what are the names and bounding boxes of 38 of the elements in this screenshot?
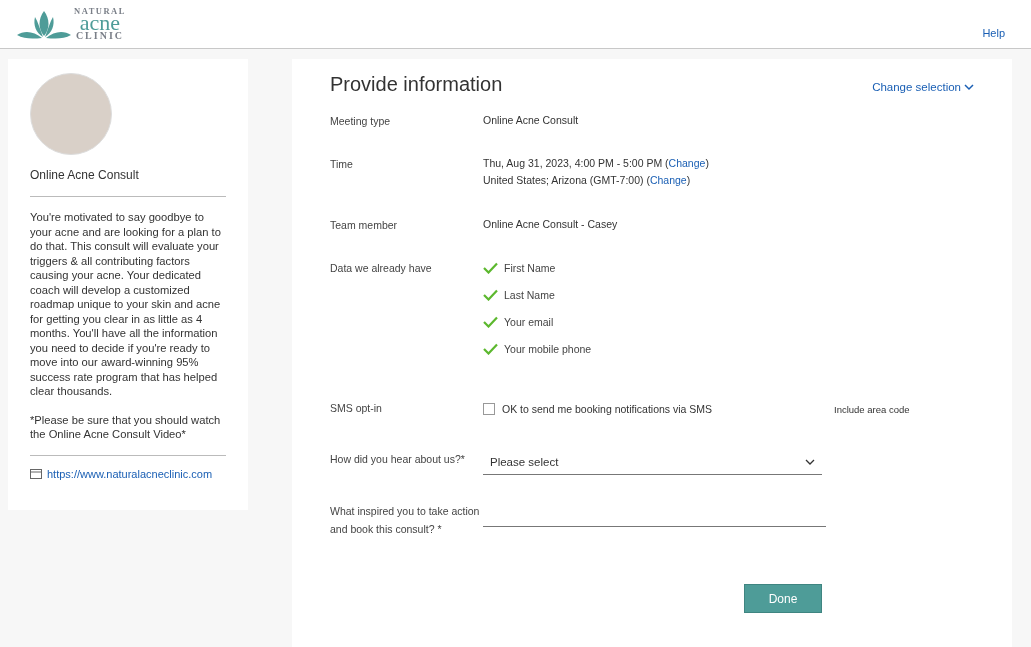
check-icon: [483, 289, 498, 301]
field-value: Online Acne Consult - Casey: [483, 217, 618, 232]
help-link[interactable]: Help: [982, 27, 1005, 39]
lotus-logo-icon: [16, 9, 72, 39]
change-link[interactable]: Change: [668, 157, 706, 169]
checkbox[interactable]: [483, 403, 495, 415]
select-field[interactable]: Please select: [483, 450, 822, 475]
service-note: *Please be sure that you should watch the Online Acne Consult Video*: [30, 412, 222, 442]
logo-text: NATURAL: [74, 6, 126, 16]
check-icon: [483, 316, 498, 328]
chevron-down-icon: [805, 458, 815, 466]
service-title: Online Acne Consult: [30, 168, 140, 182]
data-item: Your email: [504, 315, 554, 330]
field-label: How did you hear about us?*: [330, 452, 466, 467]
page-title: Provide information: [330, 73, 503, 96]
logo-text: acne: [79, 15, 121, 32]
data-item: Last Name: [504, 288, 555, 303]
time-value: Thu, Aug 31, 2023, 4:00 PM - 5:00 PM (Change): [483, 156, 709, 171]
field-label: Team member: [330, 218, 399, 233]
service-description: You're motivated to say goodbye to your acne and are looking for a plan to do that. This consult will evaluate your triggers & all contributing factors causing your acne. Your dedicated coach will develop a customized roadmap unique to your skin and acne for getting you clear in as little as 4 months. You'll have all the information you need to decide if you're ready to move into our award-winning 95% success rate program that has helped clear thousands.: [30, 210, 222, 399]
field-label: What inspired you to take action and book this consult? *: [330, 504, 481, 537]
logo-text: CLINIC: [75, 31, 124, 42]
chevron-down-icon: [964, 83, 974, 91]
browser-window-icon: [30, 468, 42, 479]
website-link[interactable]: https://www.naturalacneclinic.com: [47, 467, 213, 480]
checkbox-label: OK to send me booking notifications via SMS: [502, 403, 713, 415]
field-label: SMS opt-in: [330, 401, 383, 416]
field-label: Meeting type: [330, 114, 392, 129]
field-value: Online Acne Consult: [483, 113, 579, 128]
data-item: Your mobile phone: [504, 342, 592, 357]
time-value: United States; Arizona (GMT-7:00) (Change): [483, 173, 692, 188]
field-label: Data we already have: [330, 261, 433, 276]
data-item: First Name: [504, 261, 556, 276]
change-selection-link[interactable]: Change selection: [872, 81, 974, 93]
field-label: Time: [330, 157, 354, 172]
check-icon: [483, 343, 498, 355]
hint-text: Include area code: [834, 403, 910, 417]
check-icon: [483, 262, 498, 274]
